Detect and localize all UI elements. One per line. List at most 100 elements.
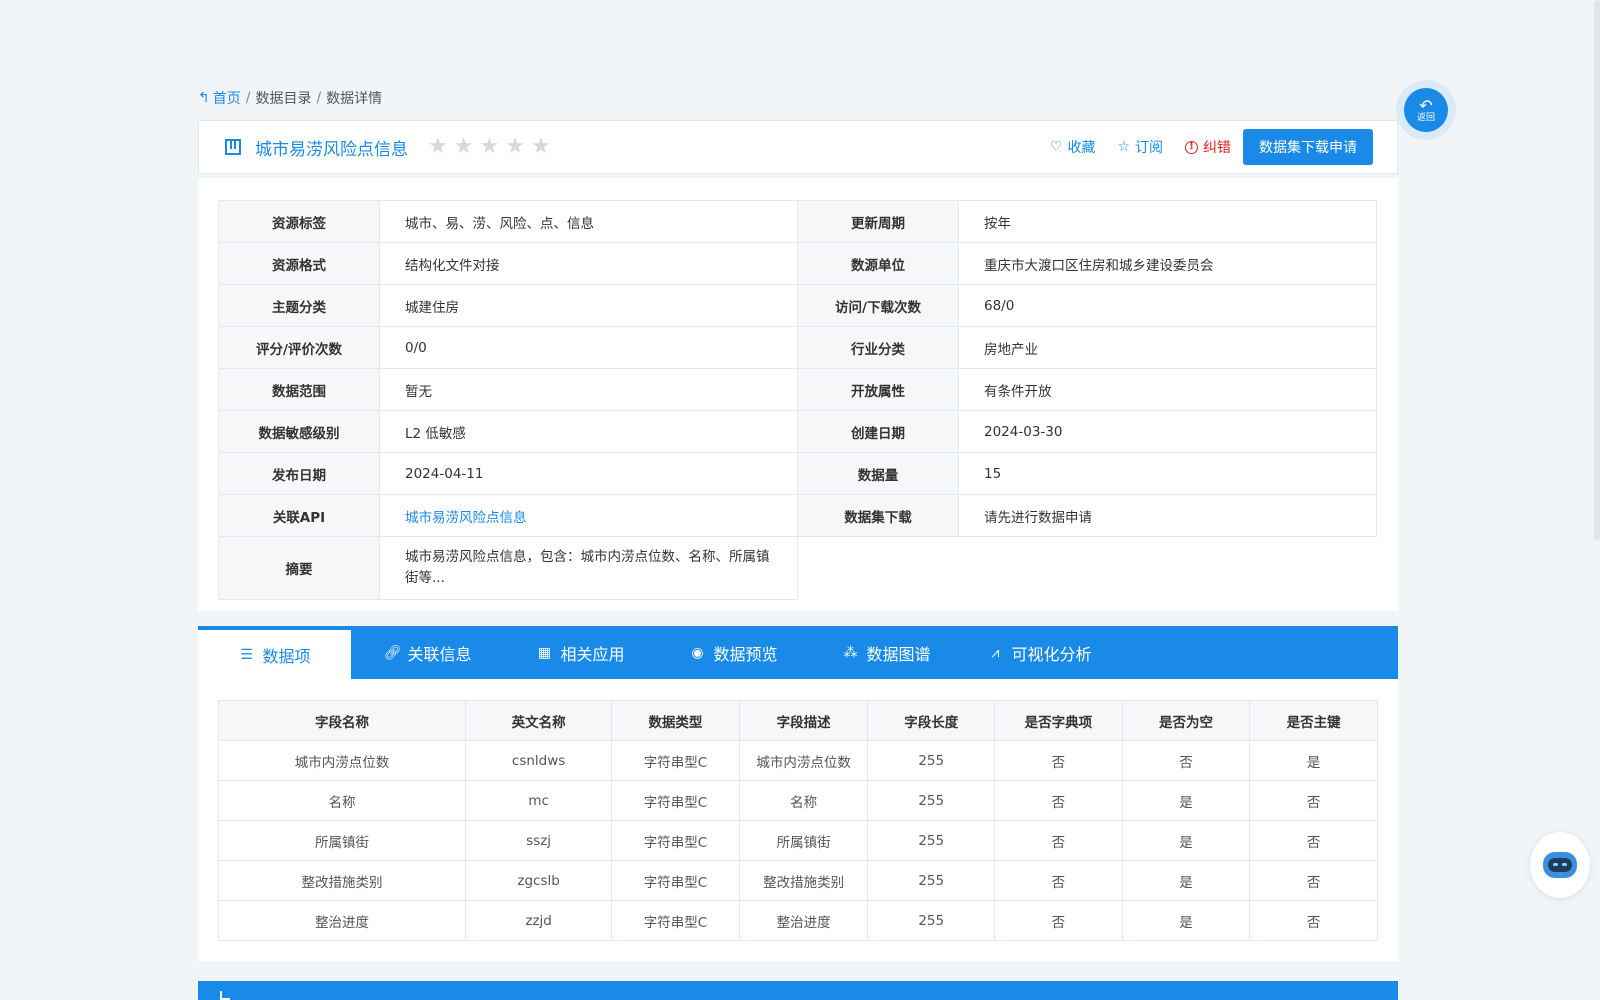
heart-icon: ♡ bbox=[1049, 139, 1063, 155]
star-icon[interactable]: ★ bbox=[531, 136, 551, 158]
star-icon[interactable]: ★ bbox=[454, 136, 474, 158]
info-label: 行业分类 bbox=[797, 326, 959, 369]
info-label: 关联API bbox=[218, 494, 380, 537]
tab-label: 数据图谱 bbox=[866, 644, 931, 664]
info-label: 数据集下载 bbox=[797, 494, 959, 537]
page-scrollbar[interactable] bbox=[1594, 0, 1600, 540]
table-cell: 是 bbox=[1121, 860, 1251, 901]
table-cell: 否 bbox=[1249, 860, 1378, 901]
page-title: 城市易涝风险点信息 bbox=[255, 139, 408, 160]
table-cell: 255 bbox=[867, 820, 996, 861]
eye-icon: ◉ bbox=[691, 644, 704, 661]
reply-arrow-icon: ↶ bbox=[1419, 95, 1433, 115]
tab-related-info[interactable]: 🔗︎ 关联信息 bbox=[351, 626, 504, 679]
back-label: 返回 bbox=[1416, 112, 1435, 123]
info-row-summary: 摘要 城市易涝风险点信息，包含：城市内涝点位数、名称、所属镇街等... bbox=[218, 536, 1377, 600]
column-header: 是否字典项 bbox=[994, 700, 1123, 741]
column-header: 字段名称 bbox=[217, 700, 467, 741]
info-row: 关联API 城市易涝风险点信息 数据集下载 请先进行数据申请 bbox=[218, 494, 1377, 537]
table-cell: 否 bbox=[1249, 900, 1378, 941]
table-cell: 否 bbox=[994, 900, 1123, 941]
info-value: 请先进行数据申请 bbox=[958, 494, 1377, 537]
column-header: 英文名称 bbox=[465, 700, 613, 741]
graph-icon: ⁂ bbox=[843, 644, 858, 661]
back-button[interactable]: ↶ 返回 bbox=[1396, 80, 1456, 140]
grid-icon bbox=[225, 139, 241, 155]
summary-value: 城市易涝风险点信息，包含：城市内涝点位数、名称、所属镇街等... bbox=[379, 536, 798, 600]
info-row: 资源标签 城市、易、涝、风险、点、信息 更新周期 按年 bbox=[218, 200, 1377, 243]
next-section-header bbox=[198, 981, 1398, 1000]
info-label: 数据范围 bbox=[218, 368, 380, 411]
info-row: 评分/评价次数 0/0 行业分类 房地产业 bbox=[218, 326, 1377, 369]
info-row: 资源格式 结构化文件对接 数源单位 重庆市大渡口区住房和城乡建设委员会 bbox=[218, 242, 1377, 285]
table-cell: 255 bbox=[867, 860, 996, 901]
star-icon[interactable]: ★ bbox=[428, 136, 448, 158]
title-bar: 城市易涝风险点信息 ★ ★ ★ ★ ★ ♡ 收藏 ☆ 订阅 ! 纠错 数据集下载… bbox=[198, 120, 1398, 174]
breadcrumb-item-detail: 数据详情 bbox=[326, 91, 383, 107]
related-api-link[interactable]: 城市易涝风险点信息 bbox=[405, 510, 527, 526]
info-label: 数源单位 bbox=[797, 242, 959, 285]
tab-data-items[interactable]: ☰ 数据项 bbox=[198, 626, 351, 679]
table-cell: 字符串型C bbox=[611, 820, 740, 861]
table-cell: 字符串型C bbox=[611, 780, 740, 821]
star-outline-icon: ☆ bbox=[1117, 139, 1130, 155]
line-chart-icon: ⩘ bbox=[991, 644, 1000, 661]
table-cell: 整治进度 bbox=[738, 900, 869, 941]
tab-label: 数据项 bbox=[262, 646, 311, 666]
info-row: 数据敏感级别 L2 低敏感 创建日期 2024-03-30 bbox=[218, 410, 1377, 453]
table-row: 整治进度 zzjd 字符串型C 整治进度 255 否是否 bbox=[217, 900, 1378, 941]
info-value: 按年 bbox=[958, 200, 1377, 243]
tab-data-preview[interactable]: ◉ 数据预览 bbox=[657, 626, 810, 679]
info-label: 资源格式 bbox=[218, 242, 380, 285]
info-value: 房地产业 bbox=[958, 326, 1377, 369]
table-cell: 否 bbox=[994, 820, 1123, 861]
info-label: 数据敏感级别 bbox=[218, 410, 380, 453]
table-cell: 是 bbox=[1121, 780, 1251, 821]
table-cell: 否 bbox=[994, 740, 1123, 781]
breadcrumb-item-catalog[interactable]: 数据目录 bbox=[255, 88, 311, 108]
table-cell: 名称 bbox=[738, 780, 869, 821]
info-label: 数据量 bbox=[797, 452, 959, 495]
assistant-button[interactable] bbox=[1530, 832, 1590, 898]
rating-stars[interactable]: ★ ★ ★ ★ ★ bbox=[428, 136, 551, 158]
fields-table: 字段名称 英文名称 数据类型 字段描述 字段长度 是否字典项 是否为空 是否主键 城市内涝点位… bbox=[217, 700, 1378, 941]
table-cell: 否 bbox=[1121, 740, 1251, 781]
table-cell: 所属镇街 bbox=[217, 820, 467, 861]
star-icon[interactable]: ★ bbox=[505, 136, 525, 158]
info-value: 重庆市大渡口区住房和城乡建设委员会 bbox=[958, 242, 1377, 285]
info-value: 68/0 bbox=[958, 284, 1377, 327]
star-icon[interactable]: ★ bbox=[479, 136, 499, 158]
download-request-button[interactable]: 数据集下载申请 bbox=[1243, 129, 1373, 165]
table-cell: 255 bbox=[867, 780, 996, 821]
breadcrumb-home[interactable]: ↰ 首页 bbox=[198, 88, 241, 108]
breadcrumb-separator: / bbox=[245, 90, 251, 106]
column-header: 字段长度 bbox=[867, 700, 996, 741]
report-label: 纠错 bbox=[1203, 140, 1231, 156]
info-value: L2 低敏感 bbox=[379, 410, 798, 453]
favorite-label: 收藏 bbox=[1067, 140, 1096, 156]
table-cell: csnldws bbox=[465, 740, 613, 781]
subscribe-button[interactable]: ☆ 订阅 bbox=[1117, 137, 1163, 157]
info-row: 主题分类 城建住房 访问/下载次数 68/0 bbox=[218, 284, 1377, 327]
favorite-button[interactable]: ♡ 收藏 bbox=[1050, 137, 1096, 157]
table-cell: 字符串型C bbox=[611, 900, 740, 941]
table-row: 名称 mc 字符串型C 名称 255 否是否 bbox=[217, 780, 1378, 821]
breadcrumb: ↰ 首页 / 数据目录 / 数据详情 bbox=[198, 88, 382, 108]
tab-data-graph[interactable]: ⁂ 数据图谱 bbox=[810, 626, 963, 679]
column-header: 数据类型 bbox=[611, 700, 740, 741]
info-value: 城建住房 bbox=[379, 284, 798, 327]
info-value: 城市、易、涝、风险、点、信息 bbox=[379, 200, 798, 243]
robot-icon bbox=[1543, 852, 1577, 878]
tab-visual-analysis[interactable]: ⩘ 可视化分析 bbox=[963, 626, 1116, 679]
tab-related-apps[interactable]: ▦ 相关应用 bbox=[504, 626, 657, 679]
table-row: 城市内涝点位数 csnldws 字符串型C 城市内涝点位数 255 否否是 bbox=[217, 740, 1378, 781]
table-cell: 字符串型C bbox=[611, 860, 740, 901]
column-header: 是否为空 bbox=[1121, 700, 1251, 741]
data-items-panel: 字段名称 英文名称 数据类型 字段描述 字段长度 是否字典项 是否为空 是否主键 城市内涝点位… bbox=[198, 679, 1398, 961]
fields-header-row: 字段名称 英文名称 数据类型 字段描述 字段长度 是否字典项 是否为空 是否主键 bbox=[217, 700, 1378, 741]
breadcrumb-separator: / bbox=[316, 90, 322, 106]
table-cell: zgcslb bbox=[465, 860, 613, 901]
table-cell: 城市内涝点位数 bbox=[738, 740, 869, 781]
report-error-button[interactable]: ! 纠错 bbox=[1185, 137, 1231, 157]
info-label: 创建日期 bbox=[797, 410, 959, 453]
